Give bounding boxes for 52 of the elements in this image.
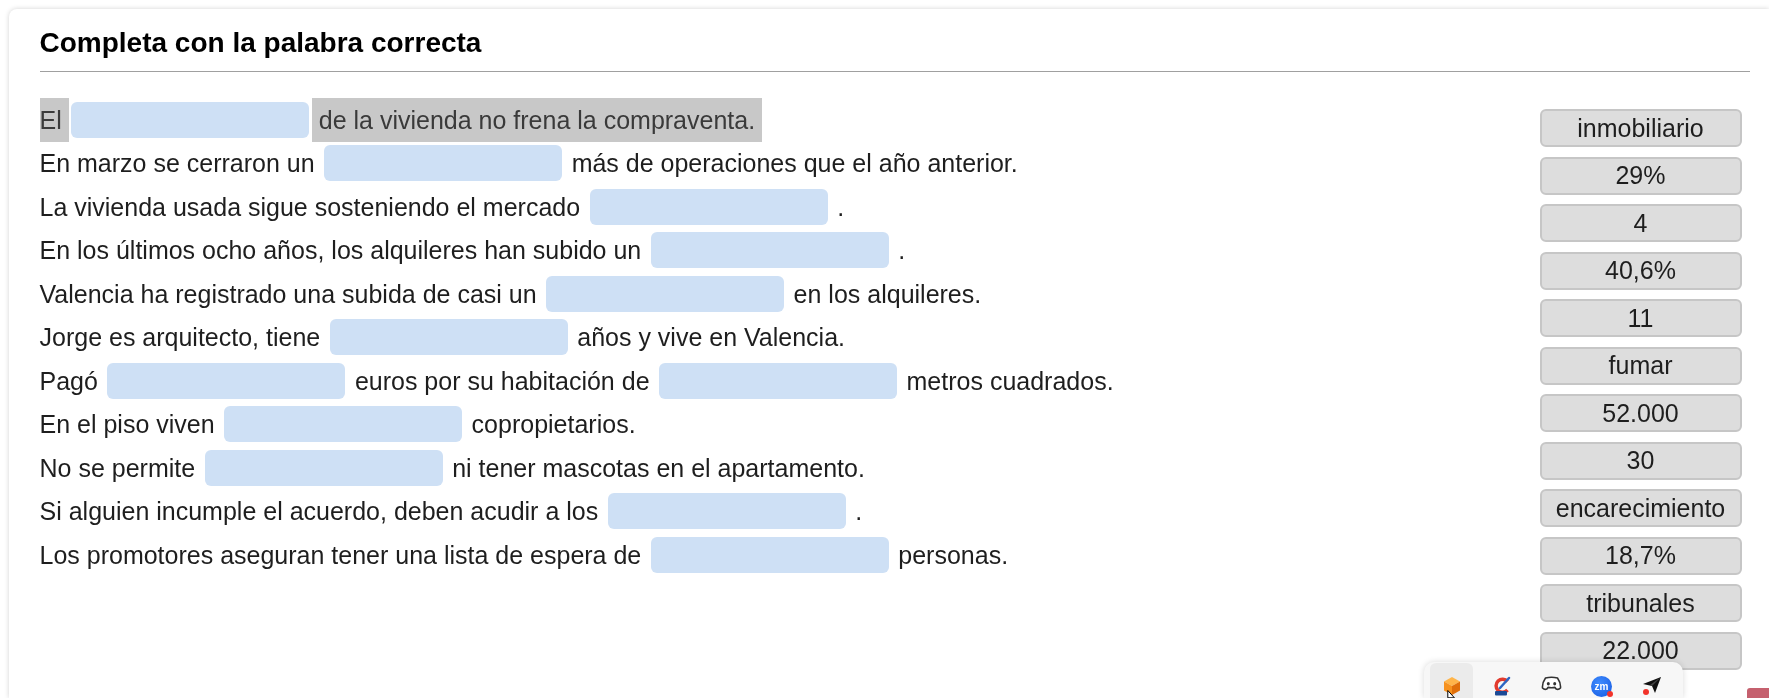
sentence-text: años y vive en Valencia.	[576, 322, 846, 354]
word-option[interactable]: 30	[1539, 441, 1742, 480]
gamepad-icon	[1541, 676, 1562, 691]
sentence-text: de la vivienda no frena la compraventa.	[311, 97, 763, 142]
answer-field[interactable]	[589, 188, 828, 225]
answer-field[interactable]	[71, 101, 310, 138]
sentence-text: personas.	[897, 539, 1010, 571]
sentence-text: En los últimos ocho años, los alquileres han subido un	[39, 235, 643, 267]
word-option[interactable]: 29%	[1539, 156, 1742, 195]
word-option[interactable]: 18,7%	[1539, 536, 1742, 575]
sentence-text: Jorge es arquitecto, tiene	[39, 322, 322, 354]
sentence-text: metros cuadrados.	[905, 365, 1115, 397]
answer-field[interactable]	[324, 145, 563, 182]
word-option[interactable]: 11	[1539, 299, 1742, 337]
side-tab[interactable]	[1747, 688, 1769, 698]
sentence-text: .	[836, 191, 846, 223]
exercise-title: Completa con la palabra correcta	[39, 26, 482, 60]
word-option[interactable]: 4	[1539, 204, 1742, 242]
word-option[interactable]: fumar	[1539, 346, 1742, 385]
answer-field[interactable]	[204, 449, 443, 486]
sentence-text: La vivienda usada sigue sosteniendo el mercado	[39, 191, 582, 223]
answer-field[interactable]	[224, 406, 463, 443]
answer-field[interactable]	[607, 493, 846, 530]
word-option[interactable]: 52.000	[1539, 394, 1742, 432]
sentence-text: En el piso viven	[39, 409, 216, 441]
answer-field[interactable]	[546, 275, 785, 312]
sentence-text: más de operaciones que el año anterior.	[570, 148, 1019, 180]
sentence-text: ni tener mascotas en el apartamento.	[451, 452, 866, 484]
answer-field[interactable]	[659, 362, 898, 399]
sentence-text: Valencia ha registrado una subida de casi un	[39, 278, 538, 310]
word-option[interactable]: 40,6%	[1539, 251, 1742, 290]
sentence-text: .	[854, 496, 864, 528]
sentence-text: .	[897, 235, 907, 267]
sentence-text: copropietarios.	[470, 409, 637, 441]
sentence-text: Pagó	[39, 365, 99, 397]
word-option[interactable]: inmobiliario	[1539, 109, 1742, 147]
sentence-text: Si alguien incumple el acuerdo, deben acudir a los	[39, 496, 600, 528]
word-option[interactable]: tribunales	[1539, 584, 1742, 622]
answer-field[interactable]	[107, 362, 346, 399]
sentence-text: euros por su habitación de	[353, 365, 651, 397]
cube-icon	[1441, 676, 1462, 696]
sentence-text: Los promotores aseguran tener una lista de espera de	[39, 539, 643, 571]
sentence-text: en los alquileres.	[792, 278, 983, 310]
word-option[interactable]: encarecimiento	[1539, 489, 1742, 527]
answer-field[interactable]	[650, 232, 889, 269]
sentence-text: En marzo se cerraron un	[39, 148, 316, 180]
answer-field[interactable]	[329, 319, 568, 356]
mouse-pointer-icon	[1447, 690, 1455, 698]
sentence-text: No se permite	[39, 452, 197, 484]
sentence-text: El	[39, 97, 69, 142]
answer-field[interactable]	[650, 536, 889, 573]
brush-icon	[1491, 676, 1512, 696]
